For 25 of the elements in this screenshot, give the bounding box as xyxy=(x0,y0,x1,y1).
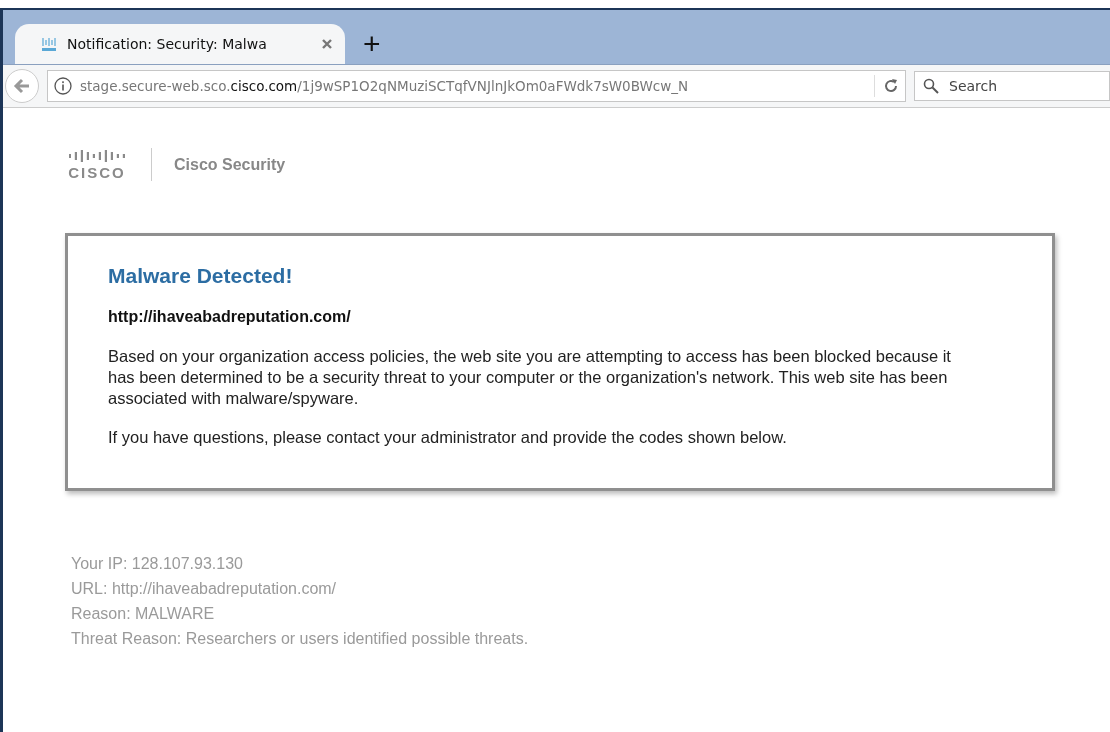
bars-icon xyxy=(41,36,57,52)
alert-paragraph: Based on your organization access policies, the web site you are attempting to access has been blocked because it has been determined to be a security threat to your computer or the organization's network. This web site has been associated with malware/spyware. xyxy=(108,346,952,409)
logo-text: CISCO xyxy=(68,164,126,181)
tab-title: Notification: Security: Malwa xyxy=(67,36,268,52)
product-name: Cisco Security xyxy=(174,155,286,174)
search-icon xyxy=(923,78,939,94)
address-field[interactable]: stage.secure-web.sco.cisco.com/1j9wSP1O2qNMuziSCTqfVNJlnJkOm0aFWdk7sW0BWcw_N xyxy=(47,70,906,102)
detail-line: Threat Reason: Researchers or users identified possible threats. xyxy=(71,629,530,649)
back-arrow-icon xyxy=(13,78,31,94)
search-field[interactable]: Search xyxy=(914,71,1110,101)
detail-line: Your IP: 128.107.93.130 xyxy=(71,554,244,574)
reload-icon[interactable] xyxy=(883,78,899,94)
browser-tab[interactable]: Notification: Security: Malwa xyxy=(15,24,345,64)
alert-title: Malware Detected! xyxy=(108,264,294,288)
info-icon xyxy=(54,77,72,95)
blocked-url: http://ihaveabadreputation.com/ xyxy=(108,308,352,326)
search-input[interactable]: Search xyxy=(947,77,1081,95)
detail-line: URL: http://ihaveabadreputation.com/ xyxy=(71,579,338,599)
detail-line: Reason: MALWARE xyxy=(71,604,216,624)
logo-bars-icon xyxy=(69,148,125,162)
close-icon[interactable] xyxy=(321,38,333,50)
url-text: stage.secure-web.sco.cisco.com/1j9wSP1O2qNMuziSCTqfVNJlnJkOm0aFWdk7sW0BWcw_N xyxy=(80,78,690,94)
new-tab-button[interactable]: + xyxy=(355,24,389,64)
alert-paragraph: If you have questions, please contact your administrator and provide the codes shown below. xyxy=(108,427,788,448)
back-button[interactable] xyxy=(5,69,39,103)
